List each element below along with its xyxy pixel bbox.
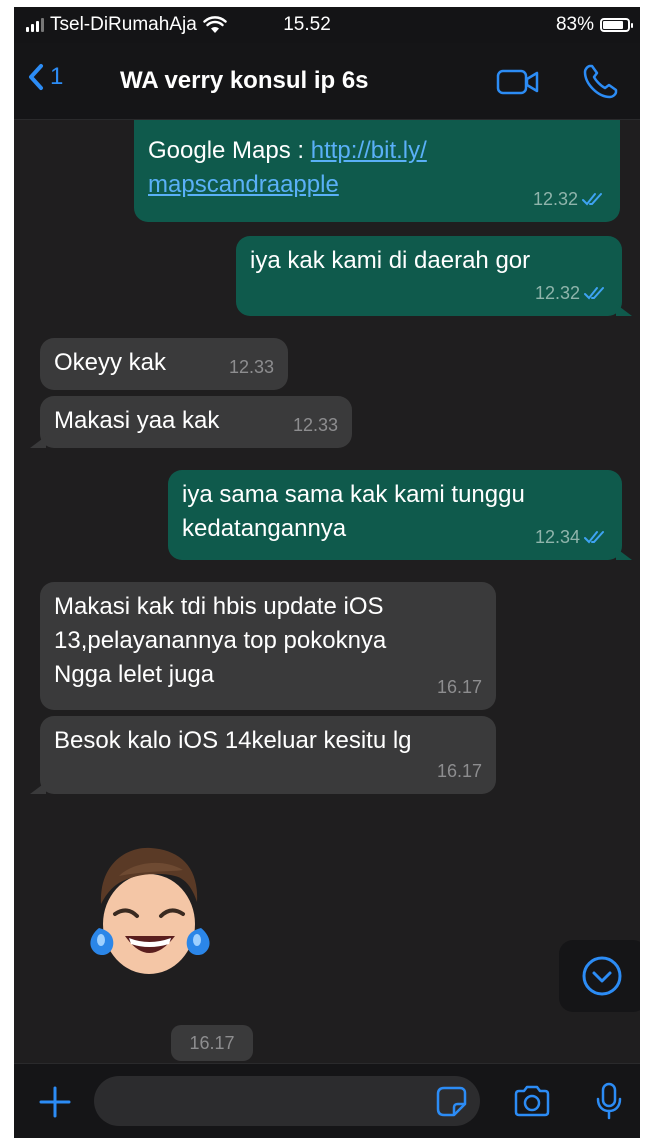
message-incoming[interactable]: Makasi kak tdi hbis update iOS 13,pelaya… [40, 582, 496, 710]
message-text: Makasi kak tdi hbis update iOS [54, 593, 384, 620]
message-time: 16.17 [436, 677, 482, 697]
message-list[interactable]: Google Maps : http://bit.ly/ mapscandraa… [14, 120, 640, 1063]
sticker-time: 16.17 [171, 1025, 253, 1061]
message-text: Ngga lelet juga [54, 661, 215, 688]
sticker-icon[interactable] [434, 1084, 468, 1118]
scroll-to-bottom-button[interactable] [559, 940, 640, 1012]
message-time: 12.34 [534, 527, 580, 547]
back-button[interactable]: 1 [28, 63, 63, 91]
chevron-left-icon [29, 64, 43, 90]
message-outgoing[interactable]: Google Maps : http://bit.ly/ mapscandraa… [134, 120, 620, 222]
message-text: Google Maps : [148, 137, 311, 164]
double-check-icon [584, 531, 604, 544]
message-time: 12.32 [532, 189, 578, 209]
message-outgoing[interactable]: iya sama sama kak kami tunggu kedatangan… [168, 470, 632, 560]
message-outgoing[interactable]: iya kak kami di daerah gor 12.32 [236, 236, 632, 316]
chevron-down-circle-icon [582, 956, 622, 996]
message-text: iya kak kami di daerah gor [250, 247, 531, 274]
message-time: 16.17 [436, 761, 482, 781]
message-time: 12.33 [292, 415, 338, 435]
message-link[interactable]: http://bit.ly/ [311, 137, 427, 164]
microphone-icon[interactable] [594, 1081, 624, 1121]
camera-icon[interactable] [512, 1084, 552, 1118]
clock: 15.52 [283, 14, 331, 35]
double-check-icon [584, 287, 604, 300]
crying-laughing-memoji-sticker[interactable] [79, 832, 219, 982]
status-bar: Tsel-DiRumahAja 15.52 83% [14, 7, 640, 43]
message-incoming[interactable]: Besok kalo iOS 14keluar kesitu lg 16.17 [30, 716, 496, 794]
message-text: iya sama sama kak kami tunggu [182, 481, 525, 508]
message-input[interactable] [94, 1076, 480, 1126]
message-time: 12.32 [534, 283, 580, 303]
message-link[interactable]: mapscandraapple [148, 171, 339, 198]
phone-call-icon[interactable] [581, 63, 619, 101]
message-text: Makasi yaa kak [54, 407, 220, 434]
phone-screen: Tsel-DiRumahAja 15.52 83% 1 WA verry kon… [14, 7, 640, 1138]
plus-icon[interactable] [38, 1085, 72, 1119]
message-time: 12.33 [228, 357, 274, 377]
message-text: Okeyy kak [54, 349, 167, 376]
message-incoming[interactable]: Makasi yaa kak 12.33 [30, 396, 352, 448]
battery-icon [600, 18, 633, 32]
message-incoming[interactable]: Okeyy kak 12.33 [40, 338, 288, 390]
chat-title[interactable]: WA verry konsul ip 6s [120, 67, 369, 95]
message-text: Besok kalo iOS 14keluar kesitu lg [54, 727, 412, 754]
double-check-icon [582, 193, 602, 206]
video-call-icon[interactable] [496, 67, 540, 97]
chat-header: 1 WA verry konsul ip 6s [14, 43, 640, 120]
unread-count: 1 [50, 63, 64, 90]
battery-percent: 83% [555, 14, 594, 35]
message-text: 13,pelayanannya top pokoknya [54, 627, 387, 654]
composer-bar [14, 1063, 640, 1138]
battery-info: 83% [555, 14, 633, 36]
